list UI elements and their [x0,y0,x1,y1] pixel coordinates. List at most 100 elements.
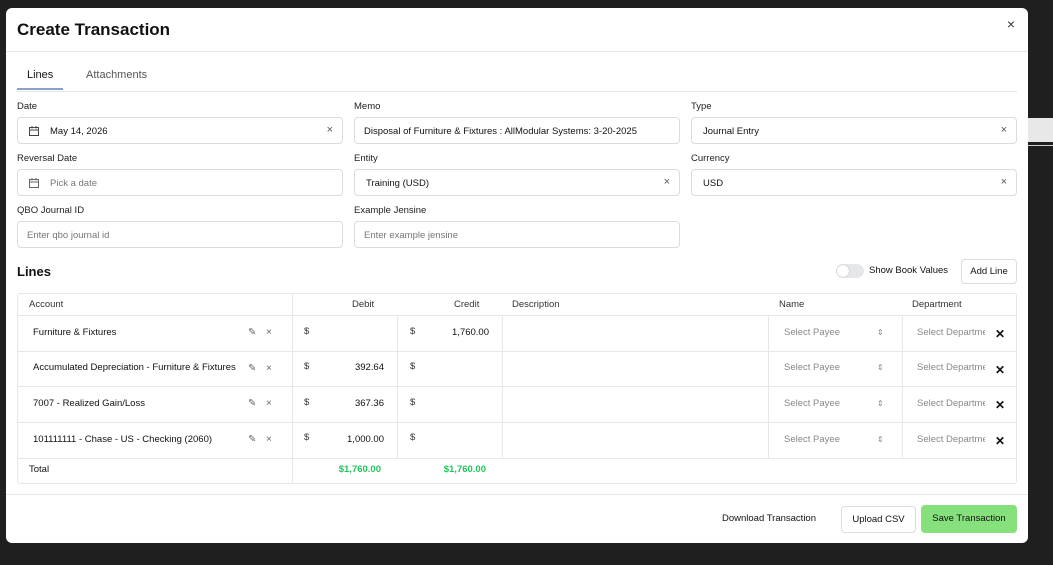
divider [18,351,1016,352]
column-header-account: Account [29,299,64,310]
name-select[interactable]: Select Payee [784,398,864,409]
type-select[interactable]: Journal Entry × [691,117,1017,144]
edit-pencil-icon[interactable]: ✎ [248,364,256,374]
total-credit: $1,760.00 [443,464,486,475]
close-icon[interactable]: × [1004,17,1018,31]
debit-currency-symbol: $ [304,326,310,337]
debit-input[interactable]: 1,000.00 [314,434,384,445]
chevron-up-down-icon: ⇕ [877,328,884,337]
example-jensine-label: Example Jensine [354,205,427,216]
example-jensine-input[interactable]: Enter example jensine [354,221,680,248]
currency-label: Currency [691,153,730,164]
calendar-icon [29,126,39,136]
debit-currency-symbol: $ [304,432,310,443]
debit-currency-symbol: $ [304,397,310,408]
entity-label: Entity [354,153,378,164]
delete-line-icon[interactable]: ✕ [995,399,1005,411]
column-header-department: Department [912,299,962,310]
chevron-up-down-icon: ⇕ [877,399,884,408]
edit-pencil-icon[interactable]: ✎ [248,399,256,409]
divider [768,315,769,458]
example-jensine-placeholder: Enter example jensine [364,230,458,241]
clear-account-icon[interactable]: × [266,435,272,445]
memo-label: Memo [354,101,381,112]
clear-entity-icon[interactable]: × [664,177,670,188]
dialog-title: Create Transaction [17,20,171,39]
calendar-icon [29,178,39,188]
lines-section-title: Lines [17,264,51,279]
clear-date-icon[interactable]: × [327,125,333,136]
divider [18,458,1016,459]
download-transaction-button[interactable]: Download Transaction [722,513,816,524]
clear-account-icon[interactable]: × [266,328,272,338]
credit-currency-symbol: $ [410,326,416,337]
entity-select[interactable]: Training (USD) × [354,169,680,196]
tab-bar: Lines Attachments [16,65,1017,92]
divider [502,315,503,458]
account-cell[interactable]: Accumulated Depreciation - Furniture & F… [33,362,236,373]
chevron-up-down-icon: ⇕ [877,363,884,372]
column-header-debit: Debit [352,299,375,310]
currency-select[interactable]: USD × [691,169,1017,196]
dialog-header: Create Transaction × [6,8,1028,52]
save-transaction-button[interactable]: Save Transaction [921,505,1017,533]
tab-attachments[interactable]: Attachments [86,69,147,89]
delete-line-icon[interactable]: ✕ [995,364,1005,376]
clear-account-icon[interactable]: × [266,399,272,409]
entity-value: Training (USD) [366,178,429,189]
memo-value: Disposal of Furniture & Fixtures : AllMo… [364,126,637,137]
total-label: Total [29,464,50,475]
divider [902,315,903,458]
qbo-journal-id-label: QBO Journal ID [17,205,85,216]
currency-value: USD [703,178,724,189]
qbo-journal-id-input[interactable]: Enter qbo journal id [17,221,343,248]
clear-currency-icon[interactable]: × [1001,177,1007,188]
memo-field[interactable]: Disposal of Furniture & Fixtures : AllMo… [354,117,680,144]
date-label: Date [17,101,38,112]
column-header-credit: Credit [454,299,480,310]
chevron-up-down-icon: ⇕ [877,435,884,444]
debit-currency-symbol: $ [304,361,310,372]
clear-type-icon[interactable]: × [1001,125,1007,136]
date-field[interactable]: May 14, 2026 × [17,117,343,144]
delete-line-icon[interactable]: ✕ [995,328,1005,340]
credit-currency-symbol: $ [410,397,416,408]
tab-lines[interactable]: Lines [16,69,64,90]
debit-input[interactable]: 367.36 [314,398,384,409]
divider [292,294,293,483]
footer-divider [6,494,1028,495]
edit-pencil-icon[interactable]: ✎ [248,328,256,338]
department-select[interactable]: Select Department [917,362,985,373]
create-transaction-dialog: Create Transaction × Lines Attachments D… [6,8,1028,543]
credit-input[interactable]: 1,760.00 [419,327,489,338]
department-select[interactable]: Select Department [917,398,985,409]
show-book-values-toggle[interactable] [836,264,864,278]
edit-pencil-icon[interactable]: ✎ [248,435,256,445]
upload-csv-button[interactable]: Upload CSV [841,506,916,533]
total-debit: $1,760.00 [338,464,381,475]
lines-table: Account Debit Credit Description Name De… [17,293,1017,484]
date-value: May 14, 2026 [50,126,108,137]
department-select[interactable]: Select Department [917,434,985,445]
clear-account-icon[interactable]: × [266,364,272,374]
reversal-date-label: Reversal Date [17,153,78,164]
account-cell[interactable]: Furniture & Fixtures [33,327,116,338]
add-line-button[interactable]: Add Line [961,259,1017,284]
divider [18,386,1016,387]
debit-input[interactable]: 392.64 [314,362,384,373]
reversal-date-placeholder: Pick a date [50,178,97,189]
show-book-values-label: Show Book Values [869,265,949,276]
credit-currency-symbol: $ [410,432,416,443]
account-cell[interactable]: 7007 - Realized Gain/Loss [33,398,145,409]
reversal-date-field[interactable]: Pick a date [17,169,343,196]
name-select[interactable]: Select Payee [784,362,864,373]
name-select[interactable]: Select Payee [784,434,864,445]
name-select[interactable]: Select Payee [784,327,864,338]
account-cell[interactable]: 101111111 - Chase - US - Checking (2060) [33,434,212,445]
column-header-name: Name [779,299,805,310]
divider [18,315,1016,316]
credit-currency-symbol: $ [410,361,416,372]
delete-line-icon[interactable]: ✕ [995,435,1005,447]
type-value: Journal Entry [703,126,759,137]
department-select[interactable]: Select Department [917,327,985,338]
